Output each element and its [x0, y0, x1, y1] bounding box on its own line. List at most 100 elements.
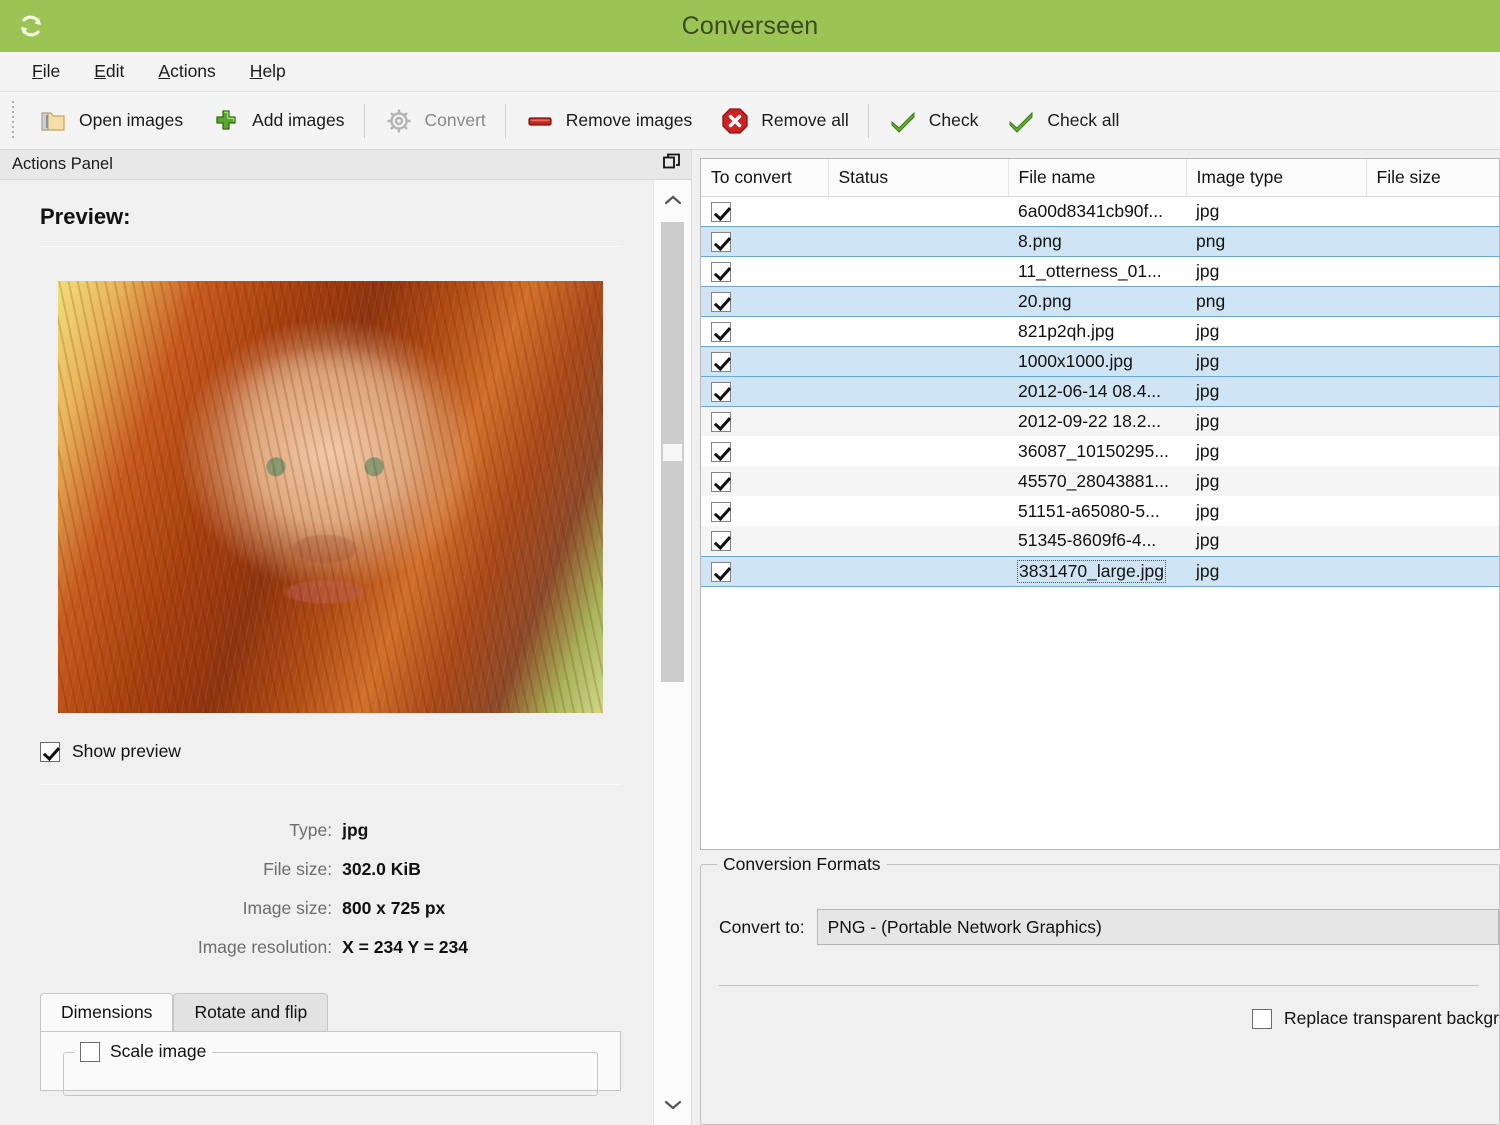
table-row[interactable]: 20.pngpng65.5 KiB — [701, 285, 1499, 317]
cell-to-convert[interactable] — [701, 285, 828, 317]
toolbar-drag-handle[interactable] — [8, 100, 18, 141]
table-row[interactable]: 8.pngpng236.2 KiB — [701, 225, 1499, 257]
column-header-file-size[interactable]: File size — [1366, 159, 1499, 197]
replace-transparent-background-row[interactable]: Replace transparent backgr — [1252, 1008, 1499, 1029]
cell-file-name[interactable]: 6a00d8341cb90f... — [1008, 196, 1186, 226]
cell-to-convert[interactable] — [701, 375, 828, 407]
scale-image-checkbox[interactable] — [80, 1041, 100, 1062]
cell-to-convert[interactable] — [701, 555, 828, 587]
to-convert-checkbox[interactable] — [711, 441, 731, 462]
file-list-header: To convert Status File name Image type F… — [701, 159, 1499, 197]
column-header-status[interactable]: Status — [828, 159, 1009, 197]
cell-file-size: 2.0 MiB — [1366, 375, 1499, 407]
check-button[interactable]: Check — [874, 100, 993, 142]
cell-status — [828, 345, 1008, 377]
actions-panel-header: Actions Panel — [0, 150, 691, 180]
green-plus-icon — [211, 106, 241, 136]
to-convert-checkbox[interactable] — [711, 231, 731, 252]
table-row[interactable]: 45570_28043881...jpg6.9 KiB — [701, 466, 1499, 496]
remove-all-button[interactable]: Remove all — [706, 100, 863, 142]
cell-to-convert[interactable] — [701, 496, 828, 526]
detail-key-filesize: File size: — [263, 859, 333, 879]
table-row[interactable]: 6a00d8341cb90f...jpg144.7 KiB — [701, 196, 1499, 226]
cell-file-name[interactable]: 2012-09-22 18.2... — [1008, 406, 1186, 436]
toolbar: Open images Add images Convert Remove im… — [0, 92, 1500, 150]
menu-edit[interactable]: Edit — [80, 57, 138, 86]
table-row[interactable]: 2012-06-14 08.4...jpg2.0 MiB — [701, 375, 1499, 407]
column-header-to-convert[interactable]: To convert — [701, 159, 829, 197]
to-convert-checkbox[interactable] — [711, 501, 731, 522]
cell-to-convert[interactable] — [701, 316, 828, 346]
to-convert-checkbox[interactable] — [711, 201, 731, 222]
table-row[interactable]: 36087_10150295...jpg37.1 KiB — [701, 436, 1499, 466]
convert-to-combobox[interactable]: PNG - (Portable Network Graphics) — [816, 909, 1499, 945]
table-row[interactable]: 1000x1000.jpgjpg259.8 KiB — [701, 345, 1499, 377]
remove-images-button[interactable]: Remove images — [511, 100, 706, 142]
column-header-image-type[interactable]: Image type — [1186, 159, 1367, 197]
menu-file[interactable]: File — [18, 57, 74, 86]
to-convert-checkbox[interactable] — [711, 321, 731, 342]
remove-images-label: Remove images — [565, 110, 693, 130]
to-convert-checkbox[interactable] — [711, 291, 731, 312]
table-row[interactable]: 2012-09-22 18.2...jpg1.4 MiB — [701, 406, 1499, 436]
to-convert-checkbox[interactable] — [711, 561, 731, 582]
open-images-button[interactable]: Open images — [24, 100, 197, 142]
undock-icon[interactable] — [663, 153, 681, 176]
cell-file-name[interactable]: 2012-06-14 08.4... — [1008, 375, 1186, 407]
actions-panel-scrollbar[interactable] — [653, 180, 691, 1125]
table-row[interactable]: 821p2qh.jpgjpg286.5 KiB — [701, 316, 1499, 346]
menu-actions[interactable]: Actions — [144, 57, 229, 86]
convert-button[interactable]: Convert — [370, 100, 500, 142]
cell-image-type: png — [1186, 225, 1366, 257]
show-preview-row[interactable]: Show preview — [40, 741, 621, 762]
scale-image-label: Scale image — [110, 1041, 207, 1061]
scrollbar-track[interactable] — [654, 214, 691, 1091]
file-list-container[interactable]: To convert Status File name Image type F… — [700, 158, 1500, 850]
chevron-down-icon[interactable] — [663, 1091, 683, 1119]
table-row[interactable]: 51345-8609f6-4...jpg74.0 KiB — [701, 526, 1499, 556]
cell-file-name[interactable]: 51345-8609f6-4... — [1008, 526, 1186, 556]
cell-file-name[interactable]: 20.png — [1008, 285, 1186, 317]
to-convert-checkbox[interactable] — [711, 351, 731, 372]
cell-file-name[interactable]: 8.png — [1008, 225, 1186, 257]
cell-file-name[interactable]: 1000x1000.jpg — [1008, 345, 1186, 377]
to-convert-checkbox[interactable] — [711, 381, 731, 402]
cell-to-convert[interactable] — [701, 406, 828, 436]
detail-value-imagesize: 800 x 725 px — [342, 898, 446, 918]
to-convert-checkbox[interactable] — [711, 411, 731, 432]
tab-dimensions[interactable]: Dimensions — [40, 993, 174, 1031]
menu-help[interactable]: Help — [236, 57, 300, 86]
table-row[interactable]: 11_otterness_01...jpg661.2 KiB — [701, 256, 1499, 286]
replace-transparent-background-checkbox[interactable] — [1252, 1008, 1273, 1029]
cell-file-name[interactable]: 11_otterness_01... — [1008, 256, 1186, 286]
cell-file-name[interactable]: 51151-a65080-5... — [1008, 496, 1186, 526]
column-header-file-name[interactable]: File name — [1008, 159, 1187, 197]
cell-file-name[interactable]: 821p2qh.jpg — [1008, 316, 1186, 346]
cell-to-convert[interactable] — [701, 256, 828, 286]
table-row[interactable]: 3831470_large.jpg jpg302.0 KiB — [701, 555, 1499, 587]
cell-file-name[interactable]: 36087_10150295... — [1008, 436, 1186, 466]
remove-all-label: Remove all — [761, 110, 849, 130]
table-row[interactable]: 51151-a65080-5...jpg89.3 KiB — [701, 496, 1499, 526]
to-convert-checkbox[interactable] — [711, 471, 731, 492]
scale-image-caption[interactable]: Scale image — [74, 1041, 213, 1062]
green-check-icon — [1006, 106, 1036, 136]
chevron-up-icon[interactable] — [663, 186, 683, 214]
cell-to-convert[interactable] — [701, 436, 828, 466]
to-convert-checkbox[interactable] — [711, 531, 731, 552]
cell-to-convert[interactable] — [701, 225, 828, 257]
cell-to-convert[interactable] — [701, 466, 828, 496]
cell-file-name[interactable]: 3831470_large.jpg — [1008, 555, 1186, 587]
cell-to-convert[interactable] — [701, 526, 828, 556]
to-convert-checkbox[interactable] — [711, 261, 731, 282]
cell-to-convert[interactable] — [701, 196, 828, 226]
scrollbar-thumb[interactable] — [661, 222, 684, 682]
add-images-button[interactable]: Add images — [197, 100, 358, 142]
detail-row-filesize: File size: 302.0 KiB — [40, 850, 621, 889]
cell-file-name[interactable]: 45570_28043881... — [1008, 466, 1186, 496]
cell-to-convert[interactable] — [701, 345, 828, 377]
tab-rotate-and-flip[interactable]: Rotate and flip — [173, 993, 329, 1031]
check-all-button[interactable]: Check all — [992, 100, 1133, 142]
cell-status — [828, 375, 1008, 407]
show-preview-checkbox[interactable] — [40, 741, 60, 762]
